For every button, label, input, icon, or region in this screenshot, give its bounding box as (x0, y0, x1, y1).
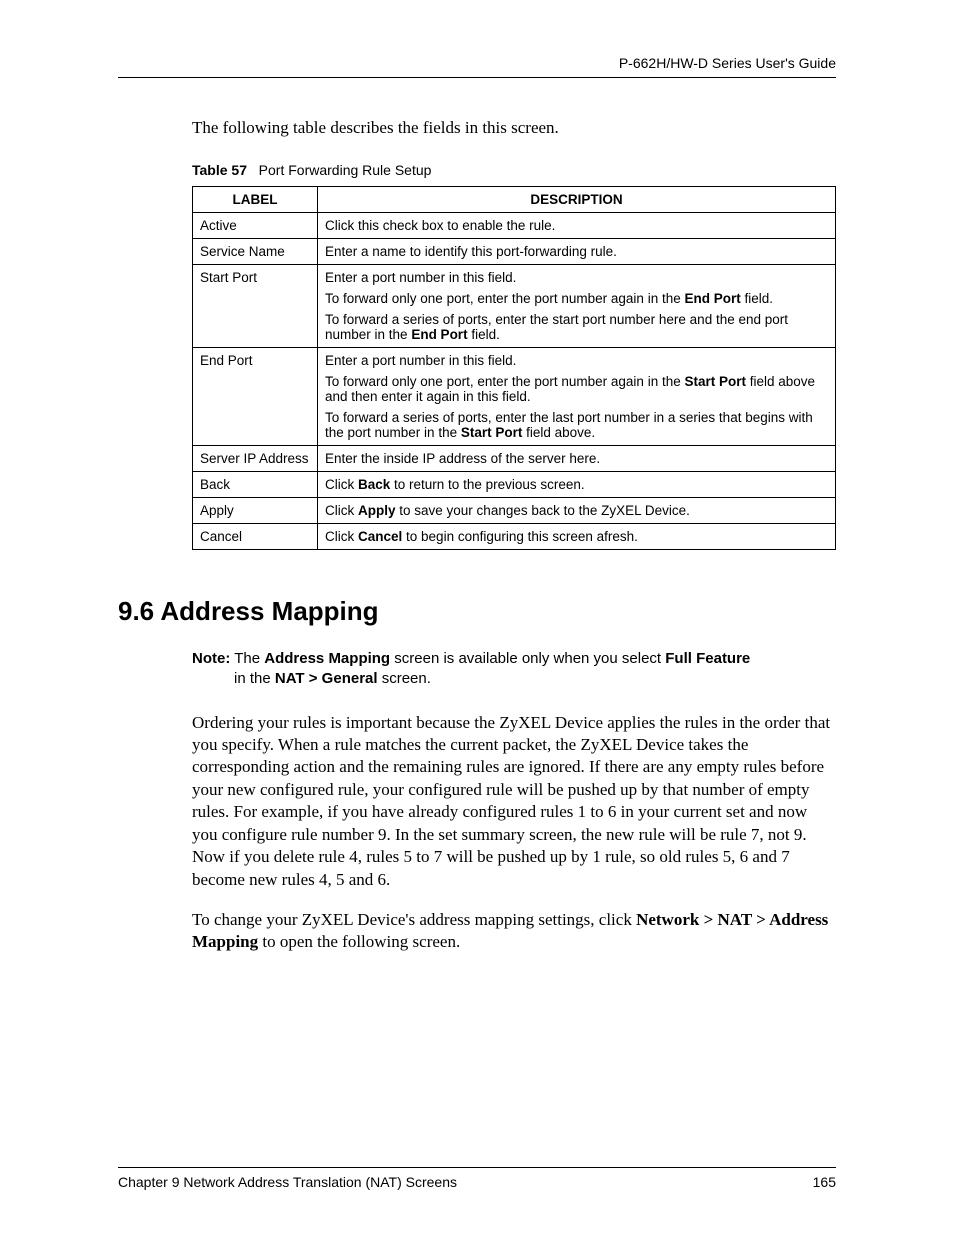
note-label: Note: (192, 650, 230, 667)
table-row: Back Click Back to return to the previou… (193, 472, 836, 498)
desc-p2: To forward only one port, enter the port… (325, 291, 828, 306)
desc-p2: To forward only one port, enter the port… (325, 374, 828, 404)
note-line2: in the NAT > General screen. (234, 669, 836, 689)
row-label: Start Port (193, 265, 318, 348)
row-desc: Click this check box to enable the rule. (318, 213, 836, 239)
footer-page-number: 165 (813, 1174, 836, 1190)
table-row: Server IP Address Enter the inside IP ad… (193, 446, 836, 472)
row-label: Cancel (193, 524, 318, 550)
row-label: Server IP Address (193, 446, 318, 472)
table-row: End Port Enter a port number in this fie… (193, 348, 836, 446)
row-label: Active (193, 213, 318, 239)
row-label: End Port (193, 348, 318, 446)
row-desc: Click Back to return to the previous scr… (318, 472, 836, 498)
table-row: Cancel Click Cancel to begin configuring… (193, 524, 836, 550)
table-caption: Table 57 Port Forwarding Rule Setup (192, 162, 836, 178)
note-block: Note: The Address Mapping screen is avai… (192, 649, 836, 690)
table-number: Table 57 (192, 162, 247, 178)
table-row: Apply Click Apply to save your changes b… (193, 498, 836, 524)
row-label: Back (193, 472, 318, 498)
guide-title: P-662H/HW-D Series User's Guide (619, 55, 836, 71)
page-header: P-662H/HW-D Series User's Guide (118, 55, 836, 78)
row-desc: Enter a port number in this field. To fo… (318, 265, 836, 348)
row-label: Service Name (193, 239, 318, 265)
table-title: Port Forwarding Rule Setup (259, 162, 432, 178)
desc-p1: Enter a port number in this field. (325, 353, 828, 368)
table-header-row: LABEL DESCRIPTION (193, 187, 836, 213)
body-paragraph-1: Ordering your rules is important because… (192, 712, 836, 892)
body-paragraph-2: To change your ZyXEL Device's address ma… (192, 909, 836, 954)
desc-p3: To forward a series of ports, enter the … (325, 312, 828, 342)
row-label: Apply (193, 498, 318, 524)
footer-chapter: Chapter 9 Network Address Translation (N… (118, 1174, 457, 1190)
page-footer: Chapter 9 Network Address Translation (N… (118, 1167, 836, 1190)
row-desc: Enter a port number in this field. To fo… (318, 348, 836, 446)
header-label: LABEL (193, 187, 318, 213)
desc-p3: To forward a series of ports, enter the … (325, 410, 828, 440)
row-desc: Enter a name to identify this port-forwa… (318, 239, 836, 265)
table-row: Start Port Enter a port number in this f… (193, 265, 836, 348)
desc-p1: Enter a port number in this field. (325, 270, 828, 285)
row-desc: Enter the inside IP address of the serve… (318, 446, 836, 472)
intro-paragraph: The following table describes the fields… (192, 118, 836, 138)
row-desc: Click Cancel to begin configuring this s… (318, 524, 836, 550)
port-forwarding-table: LABEL DESCRIPTION Active Click this chec… (192, 186, 836, 550)
table-row: Service Name Enter a name to identify th… (193, 239, 836, 265)
section-heading: 9.6 Address Mapping (118, 596, 836, 627)
table-row: Active Click this check box to enable th… (193, 213, 836, 239)
document-page: P-662H/HW-D Series User's Guide The foll… (0, 0, 954, 1235)
row-desc: Click Apply to save your changes back to… (318, 498, 836, 524)
header-description: DESCRIPTION (318, 187, 836, 213)
